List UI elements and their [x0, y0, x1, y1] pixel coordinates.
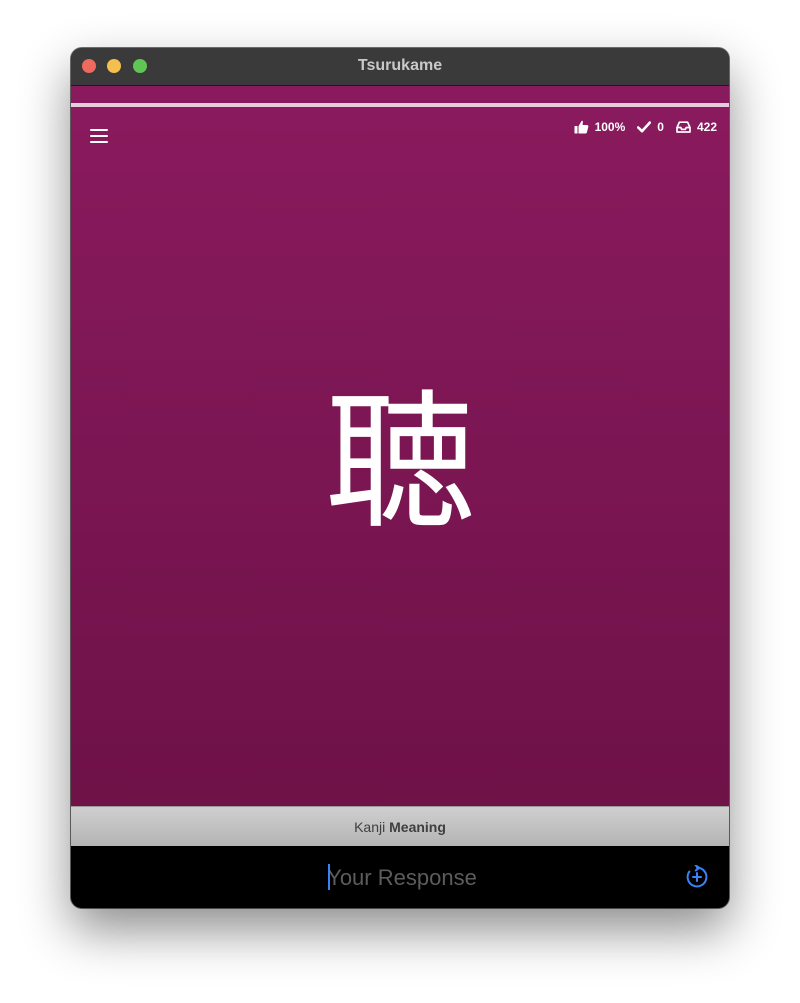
add-synonym-button[interactable]	[685, 864, 709, 889]
answer-input[interactable]	[171, 860, 633, 896]
answer-bar	[71, 846, 729, 908]
task-type-label: Meaning	[389, 819, 446, 835]
done-count-stat: 0	[637, 120, 664, 134]
question-kanji: 聴	[324, 376, 475, 550]
app-window: Tsurukame 100% 0 422 聴 Kanji Meaning You…	[71, 48, 729, 908]
subject-kind-label: Kanji	[354, 819, 386, 835]
window-title: Tsurukame	[357, 57, 443, 74]
queue-count-stat: 422	[676, 120, 717, 134]
inbox-tray-icon	[676, 121, 691, 133]
title-bar[interactable]: Tsurukame	[71, 48, 729, 86]
session-progress-bar	[71, 103, 729, 107]
menu-button[interactable]	[89, 128, 109, 144]
success-rate-stat: 100%	[574, 120, 626, 134]
question-type-bar: Kanji Meaning	[71, 806, 729, 847]
checkmark-icon	[637, 121, 652, 133]
queue-count-value: 422	[696, 120, 717, 134]
session-progress-fill	[71, 103, 729, 107]
success-rate-value: 100%	[594, 120, 626, 134]
hamburger-menu-icon	[90, 129, 108, 143]
review-question-area: 100% 0 422 聴	[71, 86, 729, 806]
circle-plus-refresh-icon	[686, 864, 708, 888]
done-count-value: 0	[657, 120, 664, 134]
thumbs-up-icon	[574, 120, 588, 134]
review-stats: 100% 0 422	[574, 120, 717, 134]
text-cursor	[328, 864, 330, 890]
